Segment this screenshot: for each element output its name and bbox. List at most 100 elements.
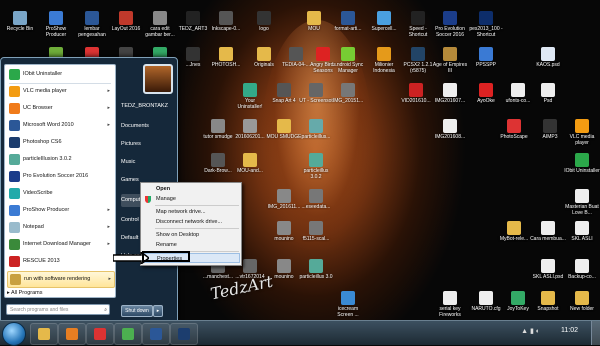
desktop-icon[interactable]: AyoOke	[468, 82, 504, 112]
desktop-icon[interactable]: MOU-and...	[232, 152, 268, 182]
desktop-icon[interactable]: MyBot-rele...	[496, 220, 532, 250]
desktop-icon[interactable]: Recycle Bin	[2, 10, 38, 40]
desktop-icon[interactable]: LayOut 2016	[108, 10, 144, 40]
start-button[interactable]	[2, 322, 26, 346]
desktop-icon[interactable]: icecream Screen ...	[330, 290, 366, 320]
desktop-icon[interactable]: Cara membua...	[530, 220, 566, 250]
shutdown-options-button[interactable]: ▸	[153, 305, 163, 317]
start-menu-item[interactable]: UC Browser ▸	[7, 101, 113, 116]
start-menu-item[interactable]: VLC media player ▸	[7, 84, 113, 99]
start-menu-place-item[interactable]: Documents	[121, 120, 173, 133]
start-menu-item[interactable]: RESCUE 2013	[7, 254, 113, 269]
desktop-icon[interactable]: f5115-scal...	[298, 220, 334, 250]
context-menu-item[interactable]: Manage	[142, 194, 240, 204]
desktop-icon[interactable]: particleillus...	[298, 118, 334, 148]
desktop-icon[interactable]: ...Jnes	[175, 46, 211, 76]
desktop-icon[interactable]: AIMP3	[532, 118, 568, 148]
desktop-icon[interactable]: PPSSPP	[468, 46, 504, 76]
taskbar-app-button[interactable]	[86, 323, 114, 345]
show-desktop-button[interactable]	[591, 321, 600, 345]
desktop-icon[interactable]: Psd	[530, 82, 566, 112]
context-menu-item[interactable]: Open	[142, 184, 240, 194]
desktop-icon[interactable]: ...ndroid Sync Manager	[330, 46, 366, 76]
desktop-icon[interactable]: serial key Fireworks	[432, 290, 468, 320]
desktop-icon-label: mounino	[274, 236, 294, 242]
desktop-icon[interactable]: Pro Evolution Soccer 2016	[432, 10, 468, 40]
desktop-icon[interactable]: MOU SMUDGE	[266, 118, 302, 148]
desktop-icon[interactable]: lembar pengesahan	[74, 10, 110, 40]
desktop-icon[interactable]: New folder	[564, 290, 600, 320]
desktop-icon[interactable]: KAOS.psd	[530, 46, 566, 76]
desktop-icon[interactable]: 201606201...	[232, 118, 268, 148]
desktop-icon[interactable]: SKL ASLI	[564, 220, 600, 250]
start-menu-item[interactable]: Internet Download Manager ▸	[7, 237, 113, 252]
start-menu-item[interactable]: ProShow Producer ▸	[7, 203, 113, 218]
desktop-icon[interactable]: SKL ASLI.psd	[530, 258, 566, 288]
taskbar-app-button[interactable]	[58, 323, 86, 345]
taskbar-app-button[interactable]	[30, 323, 58, 345]
all-programs-button[interactable]: ▸ All Programs	[7, 290, 107, 300]
desktop-icon[interactable]: Masterian Buat Love B...	[564, 188, 600, 218]
start-menu-place-item[interactable]: TEDZ_BRONTAKZ	[121, 100, 173, 113]
start-menu-item[interactable]: Microsoft Word 2010 ▸	[7, 118, 113, 133]
desktop-icon[interactable]: VLC media player	[564, 118, 600, 148]
context-menu-item[interactable]: Map network drive...	[142, 207, 240, 217]
start-menu-item[interactable]: VideoScribe	[7, 186, 113, 201]
start-menu-item[interactable]: particleIllusion 3.0.2	[7, 152, 113, 167]
desktop-icon[interactable]: IMG_20151...	[330, 82, 366, 112]
start-menu-place-item[interactable]: Pictures	[121, 138, 173, 151]
desktop-icon[interactable]: IMG201608...	[432, 118, 468, 148]
desktop-icon[interactable]: NARUTO.cfg	[468, 290, 504, 320]
desktop-icon[interactable]: mounino	[266, 258, 302, 288]
context-menu-item[interactable]: Rename	[142, 240, 240, 250]
desktop-icon[interactable]: MOU	[296, 10, 332, 40]
taskbar-app-button[interactable]	[170, 323, 198, 345]
desktop-icon[interactable]: VID201610...	[398, 82, 434, 112]
desktop-icon[interactable]: UT - Screensot	[298, 82, 334, 112]
desktop-icon[interactable]: particleillus 3.0.2	[298, 152, 334, 182]
desktop-icon[interactable]: Milionier Indonesia	[366, 46, 402, 76]
shutdown-button[interactable]: Shut down	[121, 305, 153, 317]
desktop-icon[interactable]: pes2013_100 - Shortcut	[468, 10, 504, 40]
taskbar-app-button[interactable]	[142, 323, 170, 345]
desktop-icon[interactable]: cara edit gambar ber...	[142, 10, 178, 40]
start-menu-item[interactable]: run with software rendering ▸	[7, 271, 115, 288]
desktop-icon[interactable]: Originals	[246, 46, 282, 76]
desktop-icon[interactable]: Snapshot	[530, 290, 566, 320]
particle-icon	[309, 153, 323, 167]
search-programs-input[interactable]: Search programs and files ⌕	[6, 304, 110, 315]
desktop-icon[interactable]: IMG201607...	[432, 82, 468, 112]
taskbar-clock[interactable]: 11:02	[561, 327, 578, 334]
desktop-icon[interactable]: Dark-Brow...	[200, 152, 236, 182]
start-menu-item[interactable]: Notepad ▸	[7, 220, 113, 235]
desktop[interactable]: TedzArt Recycle Bin ProShow Producer lemba…	[0, 0, 600, 320]
desktop-icon[interactable]: Supercell...	[366, 10, 402, 40]
desktop-icon[interactable]: TEDZ_ART3	[175, 10, 211, 40]
context-menu-item[interactable]: Show on Desktop	[142, 230, 240, 240]
system-tray[interactable]: ▲ ▮ ◐	[521, 327, 540, 335]
desktop-icon[interactable]: Your Uninstaller!	[232, 82, 268, 112]
context-menu-item[interactable]: Disconnect network drive...	[142, 217, 240, 227]
desktop-icon[interactable]: Inkscape-0...	[208, 10, 244, 40]
desktop-icon[interactable]: mounino	[266, 220, 302, 250]
desktop-icon[interactable]: PhotoScape	[496, 118, 532, 148]
start-menu-item[interactable]: Photoshop CS6	[7, 135, 113, 150]
desktop-icon[interactable]: Age of Empires III	[432, 46, 468, 76]
start-menu-item[interactable]: Pro Evolution Soccer 2016	[7, 169, 113, 184]
desktop-icon[interactable]: format-arti...	[330, 10, 366, 40]
desktop-icon[interactable]: tutor smudge	[200, 118, 236, 148]
desktop-icon[interactable]: Backup-co...	[564, 258, 600, 288]
desktop-icon[interactable]: ProShow Producer	[38, 10, 74, 40]
desktop-icon[interactable]: Speed - Shortcut	[400, 10, 436, 40]
desktop-icon[interactable]: PCSX2 1.2.1 (r5875)	[400, 46, 436, 76]
desktop-icon[interactable]: particleillus 3.0	[298, 258, 334, 288]
taskbar-app-button[interactable]	[114, 323, 142, 345]
desktop-icon[interactable]: IMG_201611...	[266, 188, 302, 218]
desktop-icon[interactable]: IObit Uninstaller	[564, 152, 600, 182]
desktop-icon[interactable]: ...eseedata...	[298, 188, 334, 218]
start-menu-place-item[interactable]: Music	[121, 156, 173, 169]
desktop-icon[interactable]: Snap Art 4	[266, 82, 302, 112]
desktop-icon[interactable]: logo	[246, 10, 282, 40]
desktop-icon[interactable]: PHOTOSH...	[208, 46, 244, 76]
start-menu-item[interactable]: IObit Uninstaller	[7, 67, 113, 82]
